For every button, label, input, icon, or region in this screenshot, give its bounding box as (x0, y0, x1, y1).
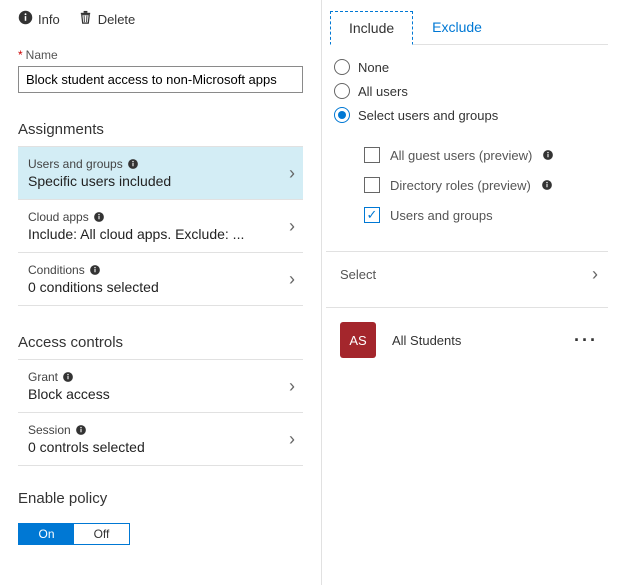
select-label: Select (340, 267, 376, 282)
cloud-apps-sub: Include: All cloud apps. Exclude: ... (28, 226, 244, 242)
info-icon[interactable] (62, 371, 74, 383)
enable-policy-toggle[interactable]: On Off (18, 523, 130, 545)
chevron-right-icon: › (289, 429, 295, 450)
access-grant[interactable]: Grant Block access › (18, 360, 303, 413)
chevron-right-icon: › (289, 216, 295, 237)
session-sub: 0 controls selected (28, 439, 145, 455)
session-title: Session (28, 423, 71, 437)
assignments-conditions[interactable]: Conditions 0 conditions selected › (18, 253, 303, 306)
conditions-sub: 0 conditions selected (28, 279, 159, 295)
checkbox-all-guest[interactable]: All guest users (preview) (364, 147, 608, 163)
more-button[interactable]: ··· (574, 330, 598, 351)
users-groups-title: Users and groups (28, 157, 123, 171)
grant-title: Grant (28, 370, 58, 384)
info-icon[interactable] (75, 424, 87, 436)
chevron-right-icon: › (289, 269, 295, 290)
info-icon (18, 10, 33, 28)
selected-entity-row: AS All Students ··· (326, 308, 608, 372)
radio-icon (334, 107, 350, 123)
delete-label: Delete (98, 12, 136, 27)
toggle-off[interactable]: Off (74, 524, 129, 544)
name-field-label: *Name (18, 48, 303, 62)
chevron-right-icon: › (592, 264, 598, 285)
info-icon[interactable] (127, 158, 139, 170)
radio-icon (334, 83, 350, 99)
grant-sub: Block access (28, 386, 110, 402)
select-button[interactable]: Select › (326, 252, 608, 308)
name-input[interactable] (18, 66, 303, 93)
checkbox-icon (364, 177, 380, 193)
assignments-cloud-apps[interactable]: Cloud apps Include: All cloud apps. Excl… (18, 200, 303, 253)
trash-icon (78, 10, 93, 28)
chevron-right-icon: › (289, 163, 295, 184)
radio-select-users-groups[interactable]: Select users and groups (334, 107, 608, 123)
checkbox-directory-roles[interactable]: Directory roles (preview) (364, 177, 608, 193)
avatar: AS (340, 322, 376, 358)
info-icon[interactable] (542, 149, 554, 161)
assignments-users-groups[interactable]: Users and groups Specific users included… (18, 147, 303, 200)
checkbox-users-groups[interactable]: ✓ Users and groups (364, 207, 608, 223)
delete-button[interactable]: Delete (78, 10, 136, 28)
cloud-apps-title: Cloud apps (28, 210, 89, 224)
checkbox-icon: ✓ (364, 207, 380, 223)
tab-exclude[interactable]: Exclude (413, 10, 501, 44)
info-icon[interactable] (93, 211, 105, 223)
enable-policy-header: Enable policy (18, 490, 303, 515)
chevron-right-icon: › (289, 376, 295, 397)
info-label: Info (38, 12, 60, 27)
radio-none[interactable]: None (334, 59, 608, 75)
info-icon[interactable] (89, 264, 101, 276)
entity-label: All Students (392, 333, 558, 348)
radio-icon (334, 59, 350, 75)
conditions-title: Conditions (28, 263, 85, 277)
tab-include[interactable]: Include (330, 11, 413, 45)
info-button[interactable]: Info (18, 10, 60, 28)
assignments-header: Assignments (18, 121, 303, 147)
users-groups-sub: Specific users included (28, 173, 171, 189)
access-controls-header: Access controls (18, 334, 303, 360)
access-session[interactable]: Session 0 controls selected › (18, 413, 303, 466)
toggle-on[interactable]: On (19, 524, 74, 544)
info-icon[interactable] (541, 179, 553, 191)
radio-all-users[interactable]: All users (334, 83, 608, 99)
checkbox-icon (364, 147, 380, 163)
